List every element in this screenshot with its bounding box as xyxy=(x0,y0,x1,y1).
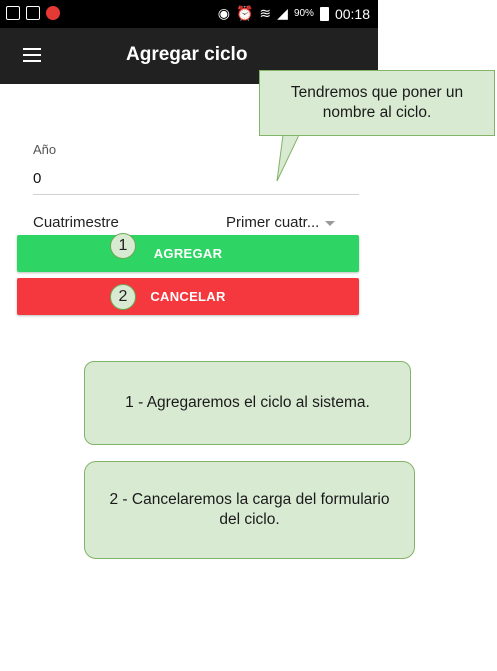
year-input-underline xyxy=(33,194,359,195)
battery-icon xyxy=(319,6,329,21)
callout-cancel-explanation: 2 - Cancelaremos la carga del formulario… xyxy=(84,461,415,559)
alarm-icon: ⏰ xyxy=(235,5,254,21)
notification-p-icon xyxy=(6,6,20,20)
eye-icon: ◉ xyxy=(217,5,230,21)
status-bar: ◉ ⏰ ≋ ◢ 90% 00:18 xyxy=(0,0,378,28)
step-badge-1: 1 xyxy=(110,233,136,259)
page-title: Agregar ciclo xyxy=(126,44,248,65)
add-button[interactable]: AGREGAR xyxy=(17,235,359,272)
step-badge-2: 2 xyxy=(110,284,136,310)
hamburger-menu-icon[interactable] xyxy=(23,48,41,64)
heart-notification-icon xyxy=(46,6,60,20)
year-input[interactable]: 0 xyxy=(33,170,41,187)
callout-pointer xyxy=(276,135,300,182)
battery-percent: 90% xyxy=(293,8,314,19)
year-label: Año xyxy=(33,142,57,157)
status-indicators: ◉ ⏰ ≋ ◢ 90% 00:18 xyxy=(218,5,370,22)
cuatrimestre-label: Cuatrimestre xyxy=(33,214,119,231)
clock: 00:18 xyxy=(334,5,370,22)
signal-icon: ◢ xyxy=(277,5,288,21)
wifi-icon: ≋ xyxy=(259,5,272,21)
dropdown-arrow-icon xyxy=(325,221,336,226)
cancel-button[interactable]: CANCELAR xyxy=(17,278,359,315)
notification-icons xyxy=(6,6,60,20)
callout-add-explanation: 1 - Agregaremos el ciclo al sistema. xyxy=(84,361,411,445)
cuatrimestre-selected-value: Primer cuatr... xyxy=(226,214,320,231)
cuatrimestre-select[interactable]: Primer cuatr... xyxy=(226,214,336,231)
callout-name-hint: Tendremos que poner un nombre al ciclo. xyxy=(259,70,495,136)
image-notification-icon xyxy=(26,6,40,20)
